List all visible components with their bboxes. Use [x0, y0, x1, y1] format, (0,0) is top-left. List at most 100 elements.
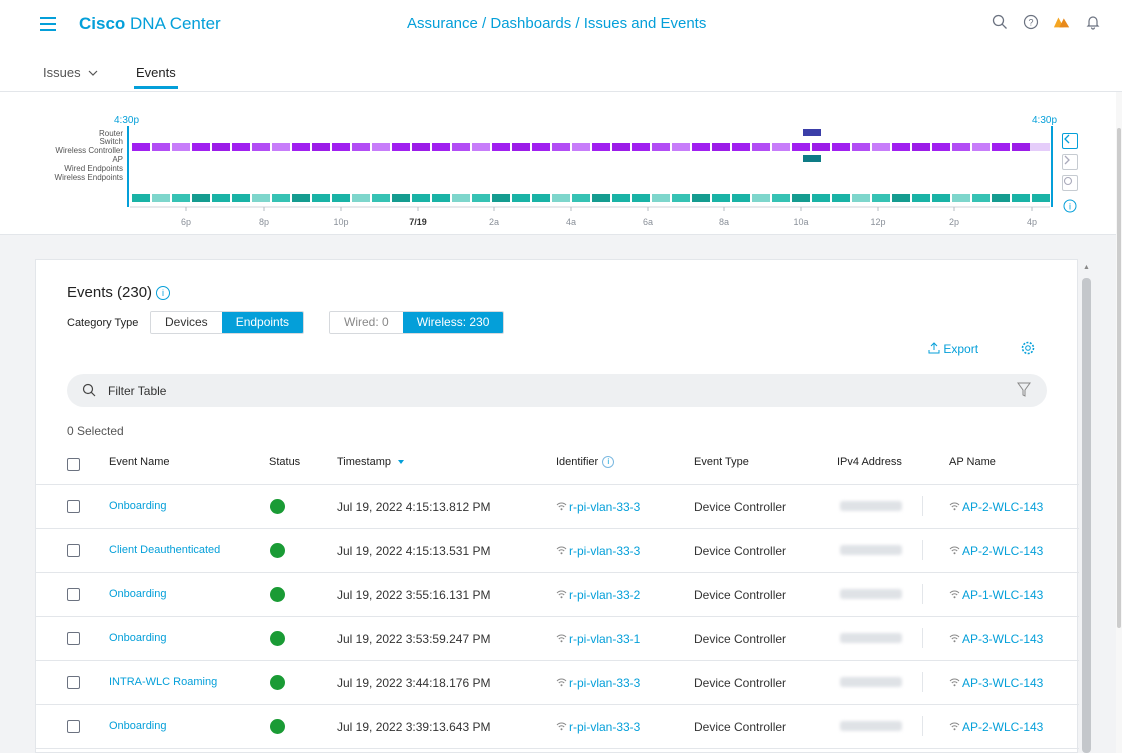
table-row[interactable]: Onboarding Jul 19, 2022 3:53:59.247 PM r-p…: [36, 617, 1079, 661]
timeline-chart[interactable]: 4:30p 4:30pRouterSwitchWireless Controlle…: [0, 92, 1060, 235]
column-event-name[interactable]: Event Name: [109, 456, 170, 468]
reset-icon: [1063, 176, 1073, 186]
timeline-row-label: Switch: [99, 137, 123, 146]
table-row[interactable]: INTRA-WLC Roaming Jul 19, 2022 3:44:18.17…: [36, 661, 1079, 705]
export-button[interactable]: Export: [928, 342, 978, 356]
switch-event-bar: [292, 143, 310, 151]
ap-name-link[interactable]: AP-3-WLC-143: [949, 676, 1043, 690]
identifier-link[interactable]: r-pi-vlan-33-3: [556, 500, 640, 514]
wireless-endpoint-event-bar: [692, 194, 710, 202]
row-checkbox[interactable]: [67, 544, 80, 557]
ap-name-link[interactable]: AP-2-WLC-143: [949, 544, 1043, 558]
ap-name-link[interactable]: AP-2-WLC-143: [949, 720, 1043, 734]
row-checkbox[interactable]: [67, 720, 80, 733]
column-timestamp[interactable]: Timestamp: [337, 456, 405, 468]
ap-name-link[interactable]: AP-1-WLC-143: [949, 588, 1043, 602]
tab-issues[interactable]: Issues: [43, 65, 98, 80]
select-all-checkbox[interactable]: [67, 458, 80, 471]
switch-event-bar: [672, 143, 690, 151]
page-scrollbar-thumb[interactable]: [1117, 128, 1121, 628]
timeline-row-label: AP: [112, 155, 123, 164]
ap-name-link[interactable]: AP-2-WLC-143: [949, 500, 1043, 514]
row-checkbox[interactable]: [67, 588, 80, 601]
identifier-link[interactable]: r-pi-vlan-33-3: [556, 676, 640, 690]
row-checkbox[interactable]: [67, 632, 80, 645]
wireless-endpoint-event-bar: [192, 194, 210, 202]
help-icon[interactable]: ?: [1022, 13, 1040, 31]
gear-icon[interactable]: [1020, 340, 1036, 356]
table-row[interactable]: Onboarding Jul 19, 2022 3:39:13.643 PM r-p…: [36, 705, 1079, 749]
wireless-endpoint-event-bar: [152, 194, 170, 202]
event-name-link[interactable]: Client Deauthenticated: [109, 544, 220, 556]
timeline-reset-button[interactable]: [1062, 175, 1078, 191]
column-ap-name[interactable]: AP Name: [949, 456, 996, 468]
wireless-endpoint-event-bar: [792, 194, 810, 202]
identifier-link[interactable]: r-pi-vlan-33-3: [556, 720, 640, 734]
ap-name-link[interactable]: AP-3-WLC-143: [949, 632, 1043, 646]
menu-icon[interactable]: [40, 17, 56, 31]
wireless-endpoint-event-bar: [252, 194, 270, 202]
event-name-link[interactable]: Onboarding: [109, 500, 167, 512]
category-devices-button[interactable]: Devices: [151, 312, 222, 333]
table-row[interactable]: Onboarding Jul 19, 2022 3:55:16.131 PM r-p…: [36, 573, 1079, 617]
column-ipv4-address[interactable]: IPv4 Address: [837, 456, 902, 468]
search-icon[interactable]: [991, 13, 1009, 31]
filter-table-input[interactable]: [108, 381, 708, 400]
wireless-endpoint-event-bar: [892, 194, 910, 202]
switch-event-bar: [932, 143, 950, 151]
event-name-link[interactable]: Onboarding: [109, 720, 167, 732]
sort-desc-icon: [398, 460, 405, 464]
row-checkbox[interactable]: [67, 676, 80, 689]
event-name-link[interactable]: Onboarding: [109, 588, 167, 600]
wireless-endpoint-event-bar: [232, 194, 250, 202]
ipv4-address-redacted: [840, 501, 902, 511]
wireless-filter-button[interactable]: Wireless: 230: [402, 312, 504, 333]
table-row[interactable]: Client Deauthenticated Jul 19, 2022 4:15:…: [36, 529, 1079, 573]
column-divider: [922, 672, 923, 692]
column-event-type[interactable]: Event Type: [694, 456, 749, 468]
wired-filter-button[interactable]: Wired: 0: [330, 312, 403, 333]
timeline-tick-label: 10p: [333, 217, 348, 227]
info-icon[interactable]: i: [602, 456, 615, 469]
switch-event-bar: [792, 143, 810, 151]
switch-event-bar: [152, 143, 170, 151]
event-name-link[interactable]: Onboarding: [109, 632, 167, 644]
alert-icon[interactable]: [1053, 13, 1071, 31]
tab-bar: Issues Events: [0, 48, 1122, 92]
timeline-next-button[interactable]: [1062, 154, 1078, 170]
wireless-endpoint-event-bar: [532, 194, 550, 202]
brand-logo[interactable]: Cisco DNA Center: [79, 14, 221, 34]
identifier-link[interactable]: r-pi-vlan-33-3: [556, 544, 640, 558]
bell-icon[interactable]: [1084, 13, 1102, 31]
filter-icon[interactable]: [1017, 382, 1031, 398]
timeline-row-label: Wired Endpoints: [64, 164, 123, 173]
event-timeline[interactable]: 4:30p 4:30p Router Switch Wireless Controlle…: [0, 92, 1116, 235]
row-checkbox[interactable]: [67, 500, 80, 513]
timestamp-cell: Jul 19, 2022 3:53:59.247 PM: [337, 632, 491, 646]
card-scrollbar-thumb[interactable]: [1082, 278, 1091, 753]
column-identifier[interactable]: Identifier i: [556, 456, 615, 469]
switch-event-bar: [532, 143, 550, 151]
switch-event-bar: [732, 143, 750, 151]
event-name-link[interactable]: INTRA-WLC Roaming: [109, 676, 217, 688]
info-icon[interactable]: i: [1063, 199, 1077, 213]
wifi-icon: [949, 546, 960, 555]
identifier-link[interactable]: r-pi-vlan-33-1: [556, 632, 640, 646]
column-status[interactable]: Status: [269, 456, 300, 468]
table-row[interactable]: Onboarding Jul 19, 2022 4:15:13.812 PM r-p…: [36, 485, 1079, 529]
switch-event-bar: [132, 143, 150, 151]
timeline-tick-label: 2p: [949, 217, 959, 227]
category-endpoints-button[interactable]: Endpoints: [221, 312, 304, 333]
wireless-endpoint-event-bar: [352, 194, 370, 202]
identifier-link[interactable]: r-pi-vlan-33-2: [556, 588, 640, 602]
switch-event-bar: [652, 143, 670, 151]
breadcrumb[interactable]: Assurance / Dashboards / Issues and Even…: [407, 15, 706, 32]
event-type-cell: Device Controller: [694, 720, 787, 734]
wireless-endpoint-event-bar: [632, 194, 650, 202]
ipv4-address-redacted: [840, 589, 902, 599]
tab-events[interactable]: Events: [134, 65, 178, 89]
timeline-prev-button[interactable]: [1062, 133, 1078, 149]
wireless-endpoint-event-bar: [472, 194, 490, 202]
info-icon[interactable]: i: [156, 286, 171, 301]
scroll-up-icon[interactable]: ▲: [1083, 264, 1090, 271]
